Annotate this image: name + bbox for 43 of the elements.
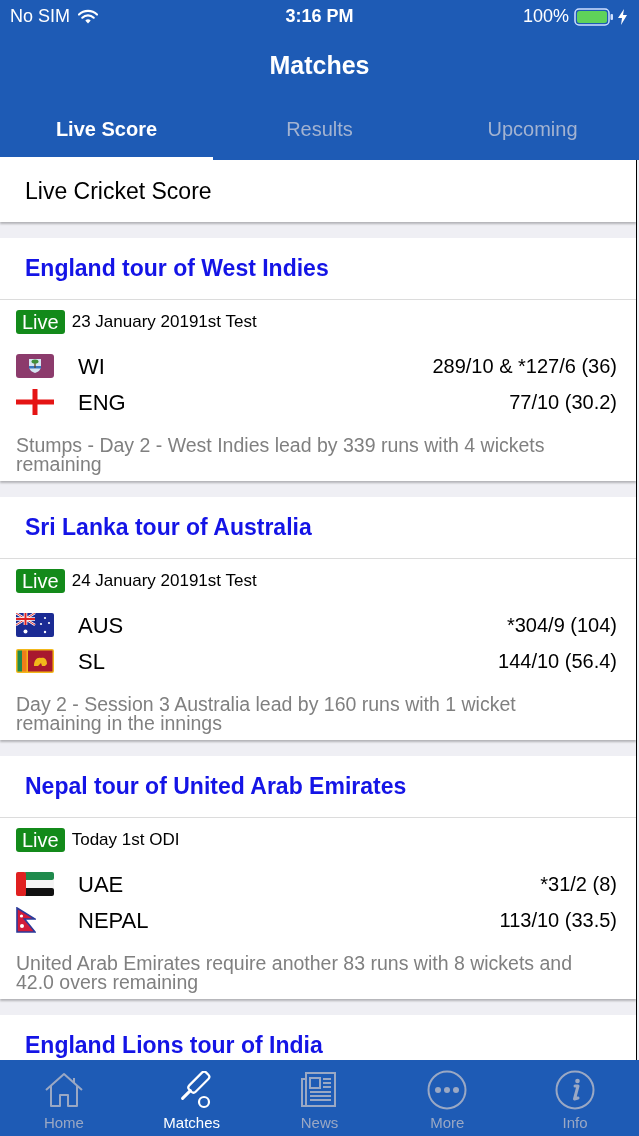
australia-flag-icon	[16, 613, 54, 637]
match-status: United Arab Emirates require another 83 runs with 8 wickets and 42.0 overs remaining	[16, 954, 574, 992]
series-title[interactable]: England Lions tour of India	[25, 1028, 323, 1060]
series-title[interactable]: Nepal tour of United Arab Emirates	[25, 769, 407, 804]
team-score: 289/10 & *127/6 (36)	[432, 354, 617, 379]
live-badge: Live	[16, 569, 65, 593]
live-badge: Live	[16, 310, 65, 334]
sri-lanka-flag-icon	[16, 649, 54, 673]
tab-bar-item[interactable]: Matches	[127, 1060, 256, 1136]
team-name: WI	[78, 352, 105, 381]
charging-bolt-icon	[618, 8, 627, 25]
team-name: SL	[78, 647, 105, 676]
team-score: 77/10 (30.2)	[509, 390, 617, 415]
west-indies-crest-flag-icon	[16, 354, 54, 378]
match-info: 24 January 20191st Test	[71, 570, 257, 593]
team-name: ENG	[78, 388, 126, 417]
match-info: Today 1st ODI	[71, 829, 180, 852]
england-flag-icon	[16, 389, 54, 415]
live-badge: Live	[16, 828, 65, 852]
series-title[interactable]: England tour of West Indies	[25, 251, 329, 286]
carrier-label: No SIM	[10, 5, 70, 28]
home-icon	[43, 1072, 84, 1108]
match-info: 23 January 20191st Test	[71, 311, 257, 334]
team-name: NEPAL	[78, 906, 149, 935]
series-title[interactable]: Sri Lanka tour of Australia	[25, 510, 312, 545]
team-name: UAE	[78, 870, 124, 899]
battery-percent-label: 100%	[522, 5, 569, 28]
clock-label: 3:16 PM	[285, 5, 354, 28]
more-icon	[427, 1070, 468, 1110]
nepal-flag-icon	[16, 907, 36, 933]
team-score: 144/10 (56.4)	[498, 649, 617, 674]
team-score: 113/10 (33.5)	[499, 908, 617, 933]
match-status: Day 2 - Session 3 Australia lead by 160 runs with 1 wicket remaining in the innings	[16, 695, 517, 733]
screen-title: Matches	[269, 49, 370, 81]
team-name: AUS	[78, 611, 124, 640]
wifi-icon	[78, 9, 98, 24]
info-icon	[555, 1070, 596, 1110]
section-title: Live Cricket Score	[25, 176, 212, 206]
uae-flag-icon	[16, 872, 54, 896]
team-score: *31/2 (8)	[540, 872, 617, 897]
team-score: *304/9 (104)	[506, 613, 617, 638]
battery-icon	[574, 7, 613, 26]
match-status: Stumps - Day 2 - West Indies lead by 339 runs with 4 wickets remaining	[16, 436, 546, 474]
